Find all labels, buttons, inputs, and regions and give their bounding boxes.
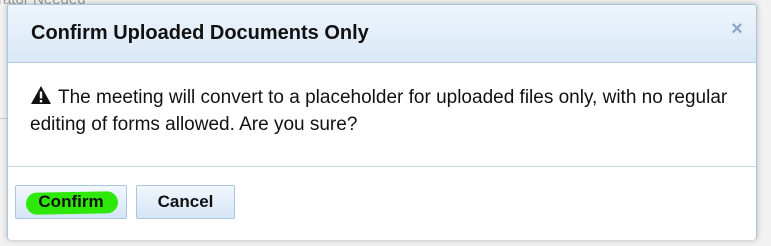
close-icon[interactable]: × — [727, 19, 747, 39]
confirm-dialog: Confirm Uploaded Documents Only × The me… — [7, 4, 757, 240]
dialog-title: Confirm Uploaded Documents Only — [31, 22, 369, 44]
confirm-button-label: Confirm — [38, 192, 104, 211]
cancel-button[interactable]: Cancel — [136, 185, 235, 219]
dialog-footer: Confirm Cancel — [8, 166, 756, 240]
dialog-titlebar: Confirm Uploaded Documents Only × — [8, 5, 756, 63]
dialog-message-text: The meeting will convert to a placeholde… — [30, 87, 728, 135]
warning-triangle-icon — [30, 85, 52, 112]
dialog-message: The meeting will convert to a placeholde… — [30, 85, 740, 137]
confirm-button[interactable]: Confirm — [15, 185, 127, 219]
cancel-button-label: Cancel — [157, 192, 214, 211]
